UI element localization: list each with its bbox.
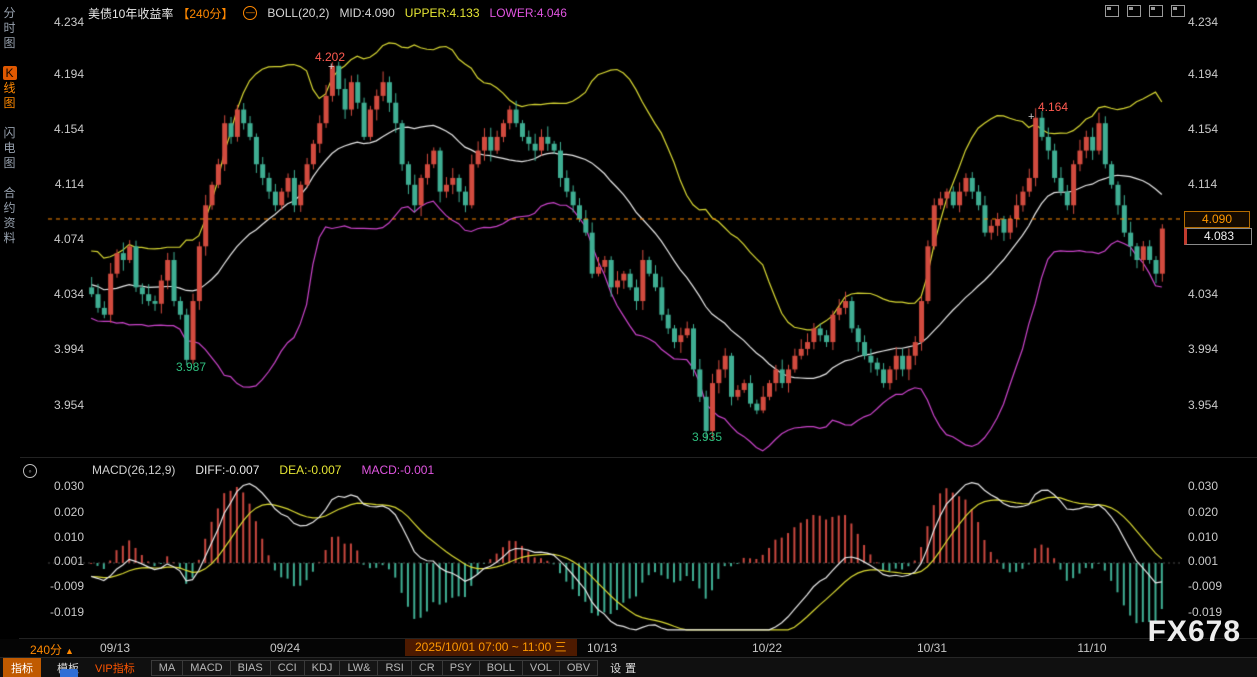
collapse-indicator-icon[interactable]: — [243, 6, 257, 20]
boll-label: BOLL(20,2) [267, 6, 329, 20]
layout-single-icon[interactable] [1105, 5, 1119, 17]
price-axis-label-r: 3.954 [1188, 398, 1218, 412]
indicator-button-cci[interactable]: CCI [271, 660, 305, 676]
brand-watermark: FX678 [1148, 615, 1241, 649]
price-axis-label-l: 4.114 [30, 177, 84, 191]
boll-upper-value: UPPER:4.133 [405, 6, 480, 20]
indicator-button-row: MAMACDBIASCCIKDJLW&RSICRPSYBOLLVOLOBV [151, 660, 598, 676]
period-tag: 【240分】 [177, 5, 233, 22]
indicator-button-bias[interactable]: BIAS [231, 660, 271, 676]
tab-indicator[interactable]: 指标 [3, 658, 41, 677]
last-close-badge: 4.083 [1184, 228, 1252, 245]
macd-axis-label-l: 0.010 [30, 530, 84, 544]
chart-app: 分时图 K线图闪电图合约资料 美债10年收益率 【240分】 — BOLL(20,… [0, 0, 1257, 677]
xaxis-date[interactable]: 10/22 [752, 641, 782, 655]
xaxis-date[interactable]: 11/10 [1077, 641, 1106, 655]
price-axis-label-l: 3.954 [30, 398, 84, 412]
layout-grid-icon[interactable] [1149, 5, 1163, 17]
macd-axis-label-l: -0.019 [30, 605, 84, 619]
taskbar-icon[interactable] [60, 669, 78, 677]
indicator-button-cr[interactable]: CR [412, 660, 443, 676]
macd-axis-label-l: 0.001 [30, 554, 84, 568]
bottom-toolbar: 指标 模板 VIP指标 MAMACDBIASCCIKDJLW&RSICRPSYB… [0, 657, 1257, 677]
current-price-badge: 4.090 [1184, 211, 1250, 228]
crosshair-marker-1: + [328, 61, 334, 73]
layout-quad-icon[interactable] [1171, 5, 1185, 17]
price-axis-label-r: 4.194 [1188, 67, 1218, 81]
settings-button[interactable]: 设置 [610, 660, 640, 676]
tab-contract-info[interactable]: 合约资料 [3, 186, 15, 245]
selected-candle-time: 2025/10/01 07:00 ~ 11:00 三 [405, 639, 577, 656]
macd-axis-label-l: 0.020 [30, 505, 84, 519]
macd-axis-label-l: -0.009 [30, 579, 84, 593]
tab-vip-indicator[interactable]: VIP指标 [89, 658, 141, 677]
indicator-button-ma[interactable]: MA [151, 660, 184, 676]
indicator-button-obv[interactable]: OBV [560, 660, 598, 676]
xaxis-date[interactable]: 09/24 [270, 641, 300, 655]
time-axis-strip [0, 638, 1257, 659]
xaxis-date[interactable]: 10/31 [917, 641, 947, 655]
layout-toggle-icons [1105, 5, 1185, 17]
macd-axis-label-r: 0.030 [1188, 479, 1218, 493]
low-annotation-2: 3.935 [692, 430, 722, 444]
tab-kline-chart[interactable]: K线图 [3, 66, 17, 110]
boll-mid-value: MID:4.090 [339, 6, 394, 20]
price-axis-label-r: 3.994 [1188, 342, 1218, 356]
macd-axis-label-r: 0.001 [1188, 554, 1218, 568]
price-axis-label-r: 4.154 [1188, 122, 1218, 136]
indicator-button-lw[interactable]: LW& [340, 660, 378, 676]
low-annotation-1: 3.987 [176, 360, 206, 374]
price-axis-label-l: 4.154 [30, 122, 84, 136]
high-annotation-2: 4.164 [1038, 100, 1068, 114]
xaxis-date[interactable]: 09/13 [100, 641, 130, 655]
period-up-arrow-icon: ▲ [65, 646, 74, 656]
period-text: 240分 [30, 643, 62, 657]
price-axis-label-l: 4.194 [30, 67, 84, 81]
macd-axis-label-r: 0.010 [1188, 530, 1218, 544]
tab-time-chart[interactable]: 分时图 [3, 6, 15, 50]
price-axis-label-l: 4.074 [30, 232, 84, 246]
price-axis-label-r: 4.034 [1188, 287, 1218, 301]
price-axis-label-l: 4.034 [30, 287, 84, 301]
price-axis-label-l: 3.994 [30, 342, 84, 356]
indicator-button-vol[interactable]: VOL [523, 660, 560, 676]
macd-axis-label-l: 0.030 [30, 479, 84, 493]
macd-params-label: MACD(26,12,9) [92, 463, 175, 477]
indicator-button-psy[interactable]: PSY [443, 660, 480, 676]
macd-axis-label-r: -0.009 [1188, 579, 1222, 593]
indicator-button-rsi[interactable]: RSI [378, 660, 411, 676]
indicator-button-macd[interactable]: MACD [183, 660, 230, 676]
tab-flash-chart[interactable]: 闪电图 [3, 126, 15, 170]
boll-lower-value: LOWER:4.046 [490, 6, 567, 20]
instrument-title: 美债10年收益率 [88, 5, 173, 22]
macd-axis-label-r: 0.020 [1188, 505, 1218, 519]
kline-chart-canvas[interactable] [20, 28, 1180, 454]
macd-panel-icon[interactable]: ◦ [23, 464, 37, 478]
macd-header: MACD(26,12,9) DIFF:-0.007 DEA:-0.007 MAC… [92, 463, 434, 477]
crosshair-marker-2: + [1028, 111, 1034, 123]
price-axis-label-r: 4.114 [1188, 177, 1217, 191]
xaxis-date[interactable]: 10/13 [587, 641, 617, 655]
macd-hist-value: MACD:-0.001 [361, 463, 434, 477]
macd-chart-canvas[interactable] [20, 478, 1180, 636]
panel-divider [20, 457, 1257, 458]
layout-split-icon[interactable] [1127, 5, 1141, 17]
macd-dea-value: DEA:-0.007 [279, 463, 341, 477]
macd-diff-value: DIFF:-0.007 [195, 463, 259, 477]
indicator-button-boll[interactable]: BOLL [480, 660, 523, 676]
indicator-button-kdj[interactable]: KDJ [305, 660, 341, 676]
top-bar: 美债10年收益率 【240分】 — BOLL(20,2) MID:4.090 U… [20, 0, 1257, 26]
period-selector[interactable]: 240分▲ [30, 641, 74, 658]
left-sidebar: 分时图 K线图闪电图合约资料 [0, 0, 19, 639]
